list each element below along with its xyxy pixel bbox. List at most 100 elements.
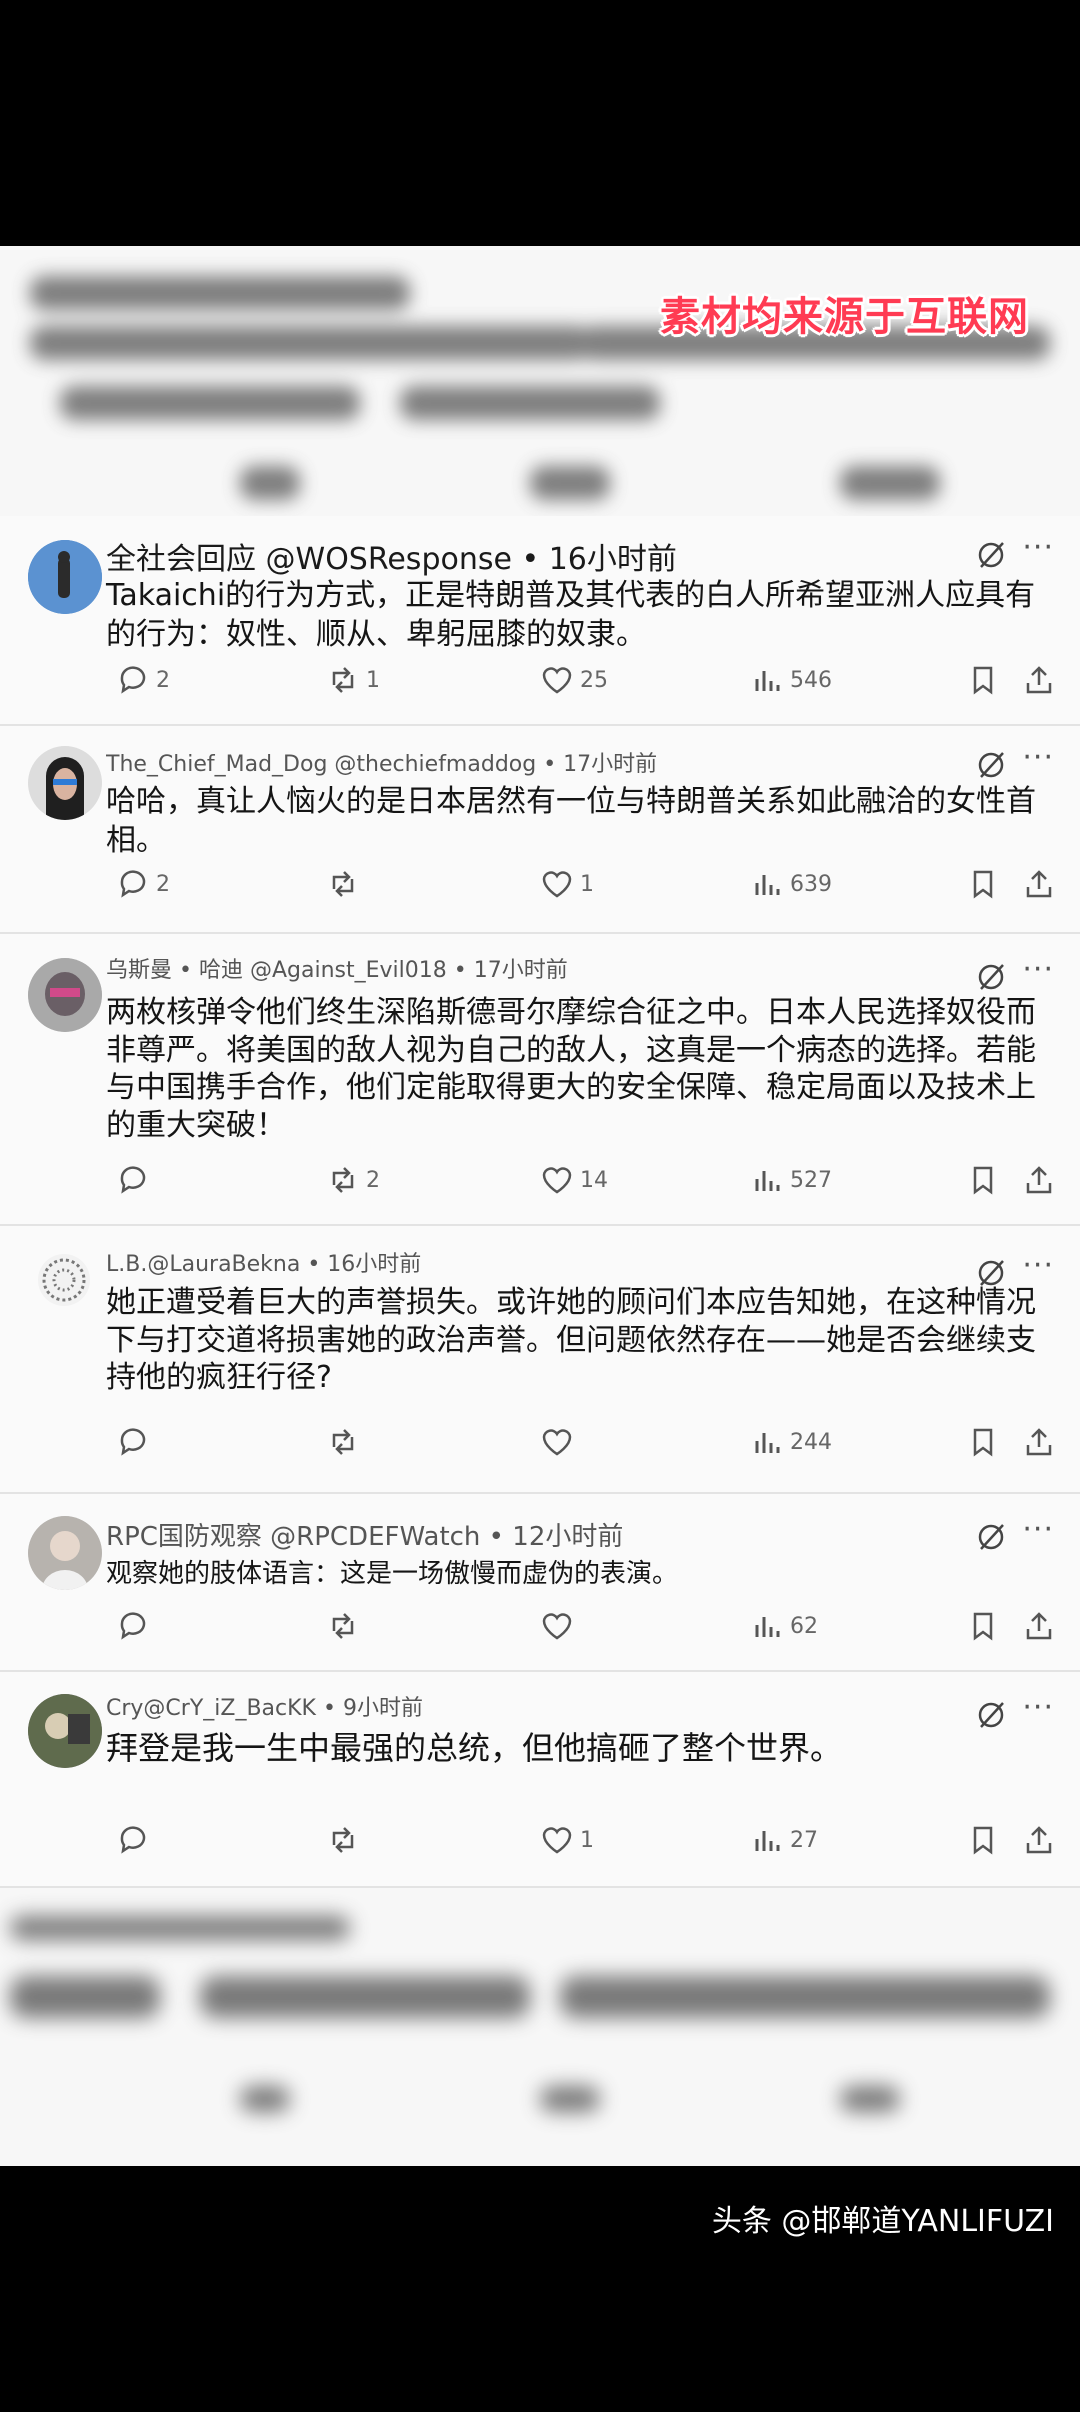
watermark: 素材均来源于互联网: [660, 294, 1029, 340]
like-button[interactable]: [540, 1604, 580, 1648]
repost-icon: [332, 1167, 354, 1193]
avatar[interactable]: [28, 1516, 102, 1590]
post-1[interactable]: 全社会回应 @WOSResponse • 16小时前 ··· Takaichi的…: [0, 516, 1080, 726]
post-content: 哈哈，真让人恼火的是日本居然有一位与特朗普关系如此融洽的女性首相。: [106, 784, 1036, 858]
reply-button[interactable]: [116, 1158, 156, 1202]
reply-icon: [120, 1826, 146, 1854]
post-actions: 2 1 25 546: [0, 658, 1080, 702]
views-button[interactable]: 527: [750, 1158, 832, 1202]
reply-icon: [120, 666, 146, 694]
grok-icon[interactable]: [976, 750, 1006, 780]
views-button[interactable]: 244: [750, 1420, 832, 1464]
bookmark-button[interactable]: [966, 1158, 1000, 1202]
post-actions: 244: [0, 1420, 1080, 1464]
more-options-icon[interactable]: ···: [1022, 1512, 1054, 1547]
grok-icon[interactable]: [976, 962, 1006, 992]
post-4[interactable]: L.B.@LauraBekna • 16小时前 ··· 她正遭受着巨大的声誉损失…: [0, 1226, 1080, 1494]
avatar[interactable]: [38, 1254, 90, 1306]
views-button[interactable]: 62: [750, 1604, 818, 1648]
post-header: The_Chief_Mad_Dog @thechiefmaddog • 17小时…: [106, 752, 658, 777]
repost-button[interactable]: [326, 1420, 366, 1464]
post-actions: 2 1 639: [0, 862, 1080, 906]
post-5[interactable]: RPC国防观察 @RPCDEFWatch • 12小时前 ··· 观察她的肢体语…: [0, 1494, 1080, 1672]
repost-button[interactable]: 2: [326, 1158, 380, 1202]
reply-button[interactable]: [116, 1604, 156, 1648]
post-header: 乌斯曼 • 哈迪 @Against_Evil018 • 17小时前: [106, 958, 568, 983]
grok-icon[interactable]: [976, 1700, 1006, 1730]
views-button[interactable]: 639: [750, 862, 832, 906]
bookmark-button[interactable]: [966, 1420, 1000, 1464]
share-icon: [1026, 870, 1052, 898]
more-options-icon[interactable]: ···: [1022, 1248, 1054, 1283]
repost-icon: [332, 871, 354, 897]
bookmark-button[interactable]: [966, 658, 1000, 702]
repost-icon: [332, 667, 354, 693]
reply-button[interactable]: [116, 1420, 156, 1464]
post-header: RPC国防观察 @RPCDEFWatch • 12小时前: [106, 1522, 624, 1552]
like-button[interactable]: [540, 1420, 580, 1464]
blurred-next-post: [0, 1896, 1080, 2166]
share-button[interactable]: [1022, 1158, 1056, 1202]
repost-button[interactable]: [326, 1604, 366, 1648]
like-button[interactable]: 25: [540, 658, 608, 702]
like-button[interactable]: 1: [540, 862, 594, 906]
more-options-icon[interactable]: ···: [1022, 952, 1054, 987]
more-options-icon[interactable]: ···: [1022, 740, 1054, 775]
like-button[interactable]: 14: [540, 1158, 608, 1202]
post-header: Cry@CrY_iZ_BacKK • 9小时前: [106, 1696, 423, 1721]
share-button[interactable]: [1022, 1818, 1056, 1862]
views-icon: [755, 1171, 780, 1191]
share-button[interactable]: [1022, 1604, 1056, 1648]
reply-icon: [120, 1428, 146, 1456]
avatar[interactable]: [28, 958, 102, 1032]
share-button[interactable]: [1022, 658, 1056, 702]
reply-icon: [120, 1166, 146, 1194]
heart-icon: [542, 1167, 572, 1194]
post-header: 全社会回应 @WOSResponse • 16小时前: [106, 542, 677, 577]
bookmark-button[interactable]: [966, 1604, 1000, 1648]
views-button[interactable]: 27: [750, 1818, 818, 1862]
share-button[interactable]: [1022, 862, 1056, 906]
heart-icon: [542, 871, 572, 898]
views-button[interactable]: 546: [750, 658, 832, 702]
source-credit: 头条 @邯郸道YANLIFUZI: [711, 2204, 1054, 2239]
bookmark-button[interactable]: [966, 862, 1000, 906]
post-2[interactable]: The_Chief_Mad_Dog @thechiefmaddog • 17小时…: [0, 726, 1080, 934]
grok-icon[interactable]: [976, 540, 1006, 570]
repost-icon: [332, 1429, 354, 1455]
bookmark-button[interactable]: [966, 1818, 1000, 1862]
post-actions: 1 27: [0, 1818, 1080, 1862]
repost-button[interactable]: [326, 1818, 366, 1862]
reply-button[interactable]: 2: [116, 658, 170, 702]
like-button[interactable]: 1: [540, 1818, 594, 1862]
avatar[interactable]: [28, 746, 102, 820]
avatar[interactable]: [28, 1694, 102, 1768]
share-icon: [1026, 1612, 1052, 1640]
screenshot-area: 素材均来源于互联网 全社会回应 @WOSResponse • 16小时前 ···…: [0, 246, 1080, 2166]
avatar[interactable]: [28, 540, 102, 614]
post-content: 观察她的肢体语言：这是一场傲慢而虚伪的表演。: [106, 1559, 679, 1589]
views-icon: [755, 671, 780, 691]
views-icon: [755, 1831, 780, 1851]
share-button[interactable]: [1022, 1420, 1056, 1464]
more-options-icon[interactable]: ···: [1022, 1690, 1054, 1725]
heart-icon: [542, 1613, 572, 1640]
bookmark-icon: [973, 870, 993, 899]
bookmark-icon: [973, 1428, 993, 1457]
grok-icon[interactable]: [976, 1522, 1006, 1552]
heart-icon: [542, 1827, 572, 1854]
post-3[interactable]: 乌斯曼 • 哈迪 @Against_Evil018 • 17小时前 ··· 两枚…: [0, 934, 1080, 1226]
more-options-icon[interactable]: ···: [1022, 530, 1054, 565]
repost-icon: [332, 1613, 354, 1639]
repost-button[interactable]: [326, 862, 366, 906]
share-icon: [1026, 1166, 1052, 1194]
reply-button[interactable]: 2: [116, 862, 170, 906]
repost-button[interactable]: 1: [326, 658, 380, 702]
views-icon: [755, 1433, 780, 1453]
post-content: Takaichi的行为方式，正是特朗普及其代表的白人所希望亚洲人应具有的行为：奴…: [106, 578, 1036, 652]
views-icon: [755, 875, 780, 895]
post-6[interactable]: Cry@CrY_iZ_BacKK • 9小时前 ··· 拜登是我一生中最强的总统…: [0, 1672, 1080, 1888]
reply-icon: [120, 1612, 146, 1640]
reply-button[interactable]: [116, 1818, 156, 1862]
post-actions: 62: [0, 1604, 1080, 1648]
